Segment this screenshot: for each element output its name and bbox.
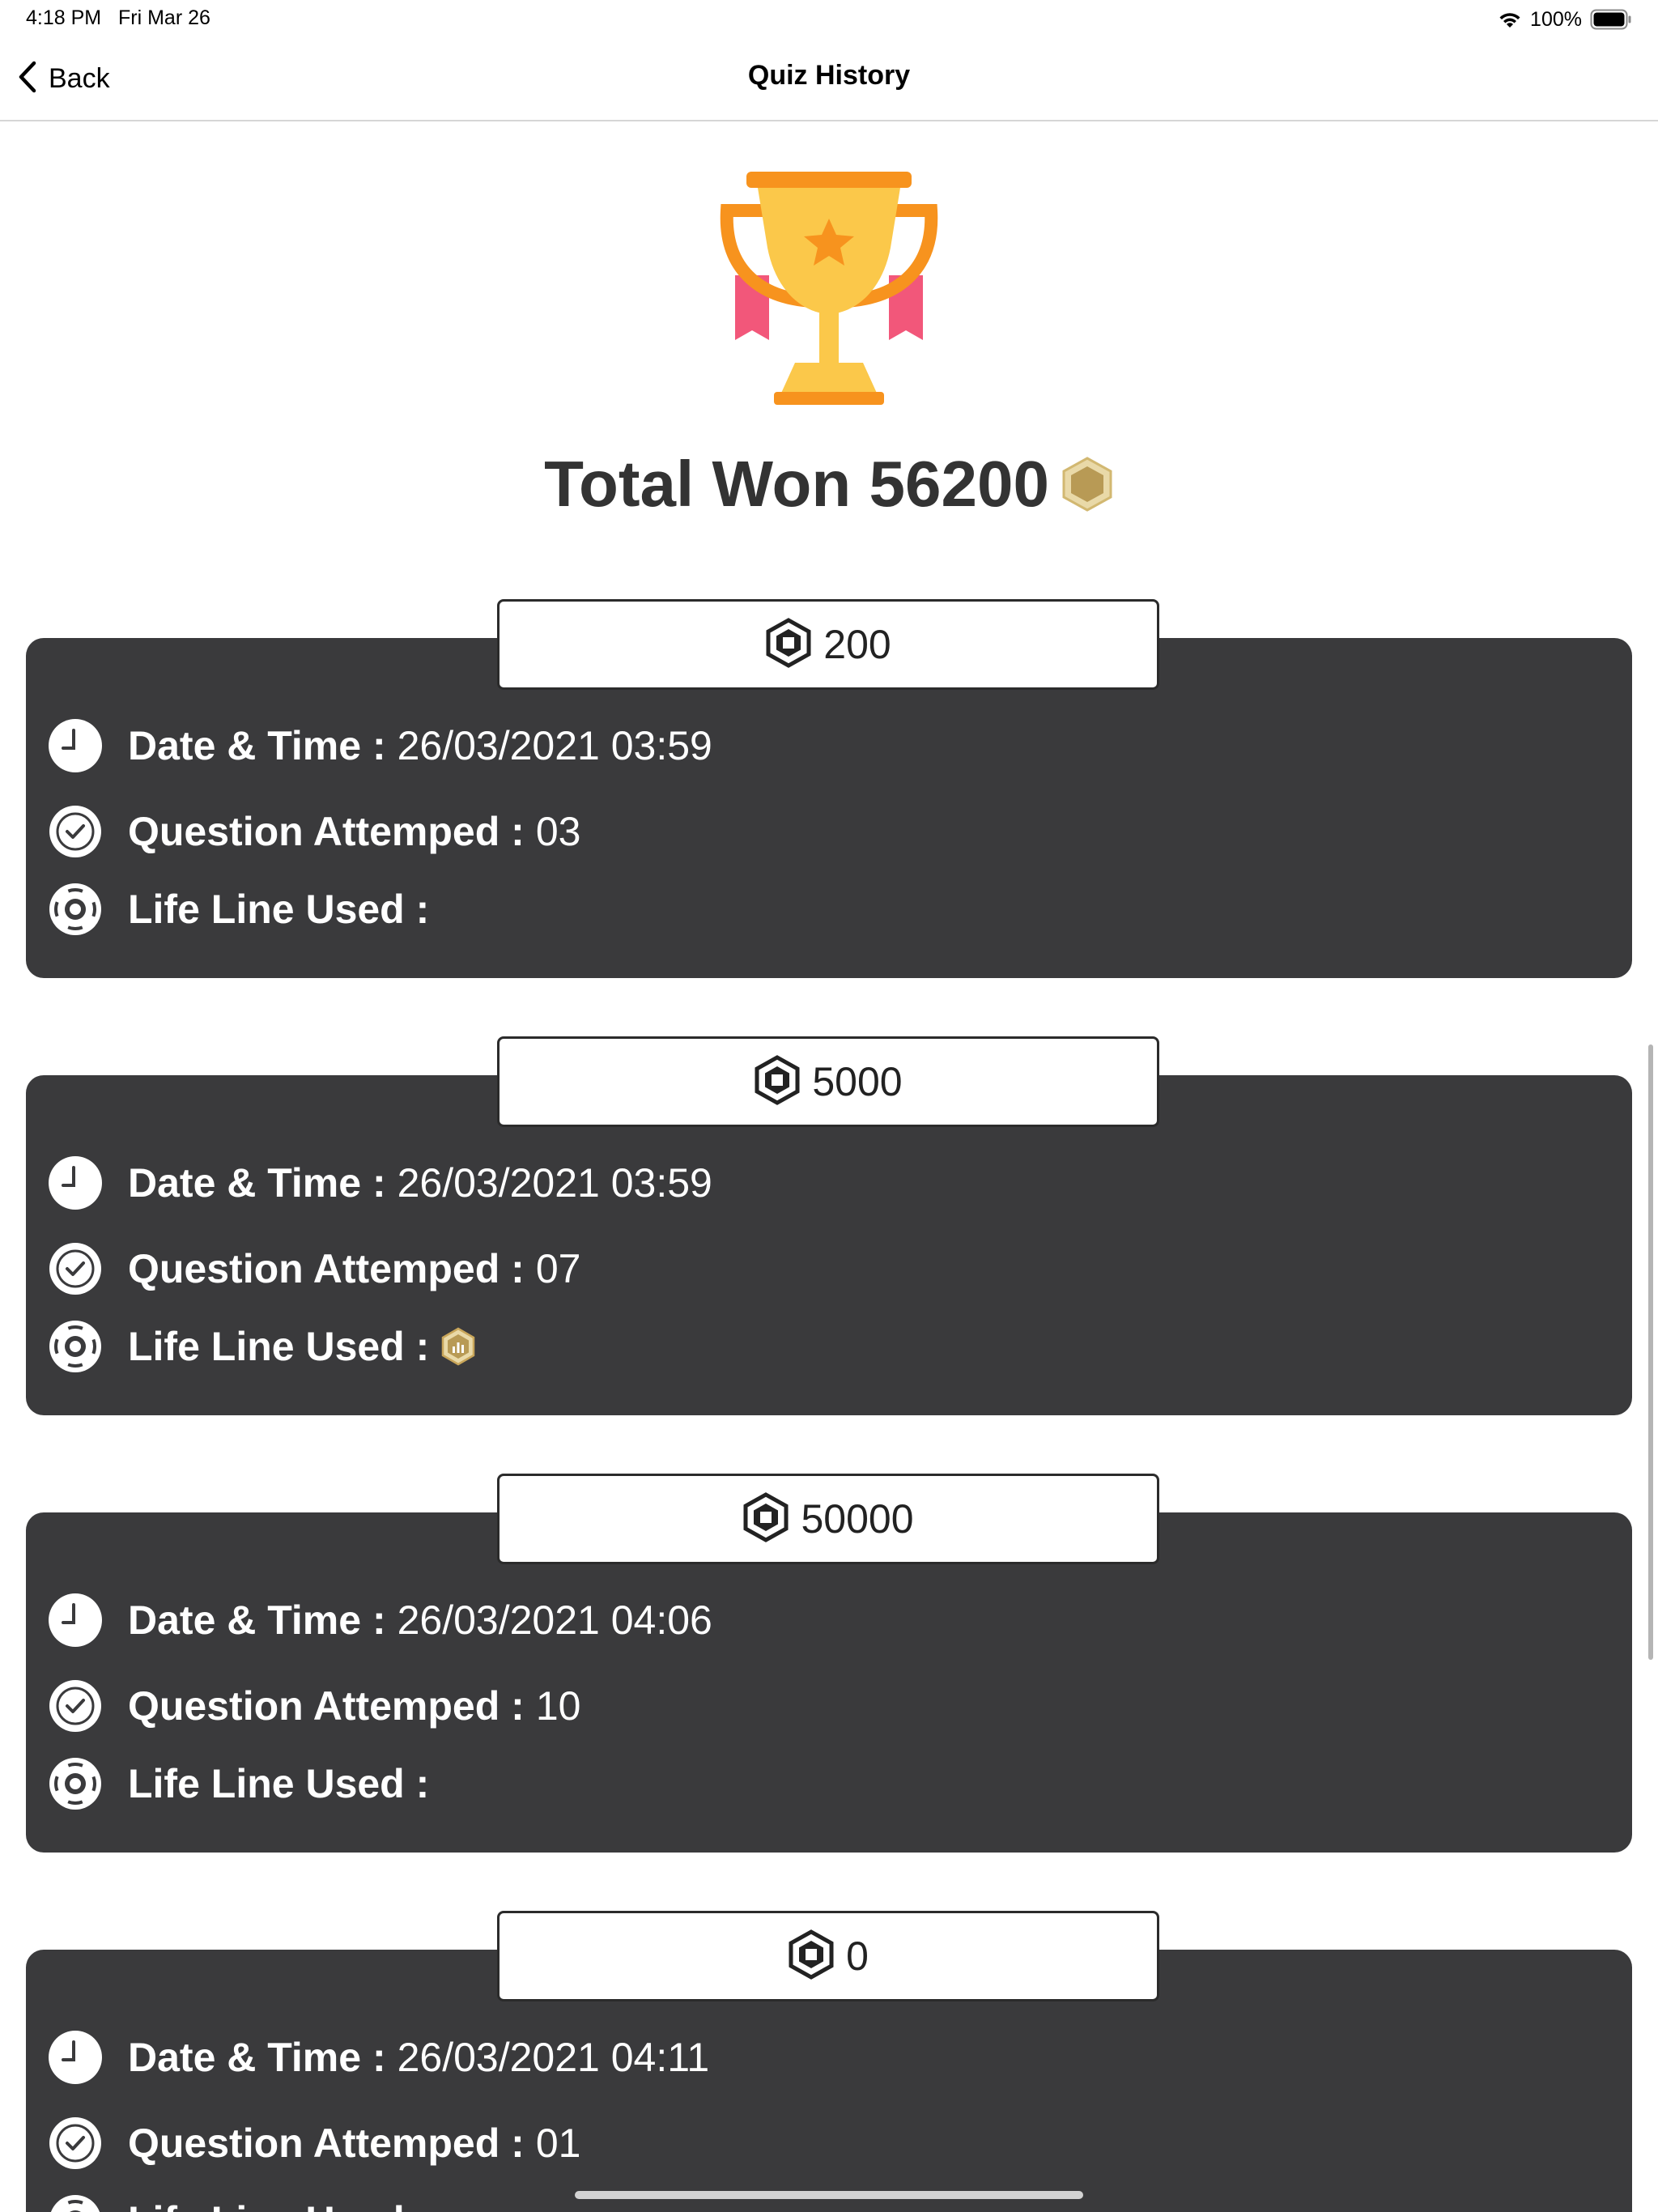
date-time-row: Date & Time : 26/03/2021 03:59 — [47, 1155, 712, 1211]
history-card: 5000 Date & Time : 26/03/2021 03:59 Ques… — [26, 1036, 1632, 1423]
amount-value: 200 — [823, 622, 891, 667]
amount-value: 50000 — [801, 1496, 914, 1542]
navigation-bar: Back Quiz History — [0, 39, 1658, 121]
lifeline-row: Life Line Used : — [47, 1755, 429, 1812]
date-time-label: Date & Time : — [128, 1160, 386, 1206]
date-time-value: 26/03/2021 04:11 — [397, 2035, 710, 2080]
lifeline-label: Life Line Used : — [128, 1324, 430, 1369]
questions-label: Question Attemped : — [128, 1683, 525, 1729]
questions-value: 03 — [535, 809, 581, 854]
questions-row: Question Attemped : 07 — [47, 1240, 580, 1297]
questions-value: 10 — [535, 1683, 581, 1729]
check-badge-icon — [47, 1240, 104, 1297]
gold-coin-icon — [1061, 456, 1114, 513]
lifeline-row: Life Line Used : — [47, 1318, 476, 1375]
total-won-text: Total Won 56200 — [544, 448, 1049, 520]
trophy-icon — [717, 170, 941, 406]
lifeline-label: Life Line Used : — [128, 2197, 429, 2212]
lifebuoy-icon — [47, 1755, 104, 1812]
lifebuoy-icon — [47, 881, 104, 938]
quiz-history-screen: 4:18 PM Fri Mar 26 100% Back Quiz Histor… — [0, 0, 1658, 2212]
amount-value: 0 — [846, 1933, 869, 1979]
page-title: Quiz History — [747, 60, 911, 91]
lifeline-label: Life Line Used : — [128, 1761, 430, 1806]
date-time-value: 26/03/2021 04:06 — [397, 1597, 712, 1643]
date-time-value: 26/03/2021 03:59 — [397, 723, 712, 768]
lifeline-row: Life Line Used : — [47, 881, 429, 938]
robux-coin-icon — [788, 1929, 835, 1984]
robux-coin-icon — [742, 1491, 789, 1546]
check-badge-icon — [47, 1678, 104, 1734]
clock-icon — [47, 1155, 104, 1211]
date-time-row: Date & Time : 26/03/2021 03:59 — [47, 717, 712, 774]
lifeline-row: Life Line Used : — [47, 2193, 429, 2212]
status-bar: 4:18 PM Fri Mar 26 100% — [0, 0, 1658, 39]
questions-label: Question Attemped : — [128, 809, 525, 854]
lifebuoy-icon — [47, 2193, 104, 2212]
clock-icon — [47, 2029, 104, 2086]
total-won: Total Won 56200 — [0, 447, 1658, 521]
status-date: Fri Mar 26 — [118, 6, 210, 29]
questions-label: Question Attemped : — [128, 1246, 525, 1291]
amount-box: 5000 — [497, 1036, 1159, 1127]
questions-label: Question Attemped : — [128, 2121, 525, 2166]
wifi-icon — [1498, 10, 1522, 29]
amount-box: 50000 — [497, 1474, 1159, 1564]
amount-box: 200 — [497, 599, 1159, 690]
vertical-scrollbar[interactable] — [1648, 1044, 1653, 1660]
status-indicators: 100% — [1498, 5, 1632, 34]
questions-value: 01 — [535, 2121, 581, 2166]
date-time-label: Date & Time : — [128, 1597, 386, 1643]
history-card: 0 Date & Time : 26/03/2021 04:11 Questio… — [26, 1911, 1632, 2212]
history-card: 200 Date & Time : 26/03/2021 03:59 Quest… — [26, 599, 1632, 986]
history-card: 50000 Date & Time : 26/03/2021 04:06 Que… — [26, 1474, 1632, 1861]
date-time-label: Date & Time : — [128, 2035, 386, 2080]
home-indicator[interactable] — [575, 2191, 1083, 2199]
battery-percent: 100% — [1530, 7, 1582, 31]
questions-row: Question Attemped : 01 — [47, 2115, 580, 2172]
amount-box: 0 — [497, 1911, 1159, 2001]
questions-row: Question Attemped : 10 — [47, 1678, 580, 1734]
clock-icon — [47, 717, 104, 774]
check-badge-icon — [47, 2115, 104, 2172]
battery-icon — [1590, 9, 1632, 30]
date-time-label: Date & Time : — [128, 723, 386, 768]
status-time: 4:18 PM — [26, 6, 102, 29]
amount-value: 5000 — [812, 1059, 903, 1104]
clock-icon — [47, 1592, 104, 1648]
date-time-value: 26/03/2021 03:59 — [397, 1160, 712, 1206]
robux-coin-icon — [754, 1054, 801, 1109]
questions-value: 07 — [535, 1246, 581, 1291]
audience-poll-lifeline-icon — [440, 1327, 476, 1366]
lifebuoy-icon — [47, 1318, 104, 1375]
date-time-row: Date & Time : 26/03/2021 04:11 — [47, 2029, 709, 2086]
date-time-row: Date & Time : 26/03/2021 04:06 — [47, 1592, 712, 1648]
check-badge-icon — [47, 803, 104, 860]
lifeline-label: Life Line Used : — [128, 887, 430, 932]
questions-row: Question Attemped : 03 — [47, 803, 580, 860]
robux-coin-icon — [765, 617, 812, 672]
